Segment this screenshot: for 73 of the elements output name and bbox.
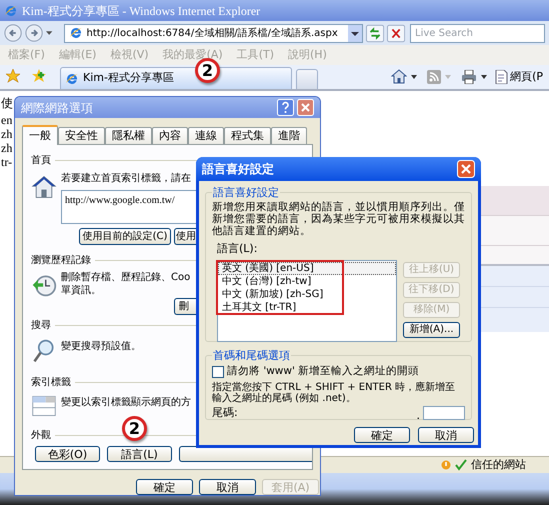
section-heading: 首頁 xyxy=(31,154,51,168)
tab-title: Kim-程式分享專區 xyxy=(83,70,174,86)
dialog-button[interactable]: 使用 xyxy=(174,228,196,246)
browser-logo-icon xyxy=(65,72,79,86)
description-text: 刪除暫存檔、歷程記錄、Coo xyxy=(61,271,190,284)
dialog-title: 語言喜好設定 xyxy=(202,161,275,178)
new-tab-button[interactable] xyxy=(296,69,318,89)
feed-icon[interactable] xyxy=(427,70,442,84)
dialog-tab[interactable]: 內容 xyxy=(152,127,188,144)
address-text: http://localhost:6784/全域相關/語系檔/全域語系.aspx xyxy=(86,26,339,40)
dialog-tab[interactable]: 進階 xyxy=(271,127,307,144)
security-icon xyxy=(441,460,451,470)
dialog-button[interactable]: 取消 xyxy=(418,427,474,443)
description-text: 指定當您按下 CTRL + SHIFT + ENTER 時，應新增至輸入之網址的尾碼 (例如 .net)。 xyxy=(212,382,456,404)
field-label: 尾碼: xyxy=(212,404,239,421)
home-icon[interactable] xyxy=(391,69,408,84)
dialog-tab[interactable]: 程式集 xyxy=(224,127,271,144)
checkbox-label: 請勿將 'www' 新增至輸入之網址的開頭 xyxy=(227,364,420,379)
address-field[interactable]: http://localhost:6784/全域相關/語系檔/全域語系.aspx xyxy=(64,24,363,42)
dialog-tab[interactable]: 安全性 xyxy=(58,127,105,144)
dialog-button[interactable]: 新增(A)... xyxy=(403,322,460,338)
page-icon xyxy=(495,70,508,84)
forward-icon[interactable] xyxy=(25,23,44,43)
section-heading: 外觀 xyxy=(31,428,51,444)
check-icon xyxy=(455,459,467,471)
dialog-title: 網際網路選項 xyxy=(21,100,94,117)
language-list[interactable]: 英文 (美國) [en-US] 中文 (台灣) [zh-tw] 中文 (新加坡) [zh-SG] 土耳其文 [tr-TR] xyxy=(217,260,397,342)
help-icon[interactable] xyxy=(277,99,294,116)
printer-icon[interactable] xyxy=(461,70,478,84)
description-text: 變更以索引標籤顯示網頁的方 xyxy=(61,396,191,410)
caret-icon[interactable] xyxy=(481,75,488,79)
star-icon[interactable] xyxy=(6,69,20,83)
description-text: 若要建立首頁索引標籤，請在 xyxy=(61,172,192,186)
description-text: 單資訊。 xyxy=(61,284,102,298)
page-text: 使 xyxy=(1,95,13,112)
page-text: tr- xyxy=(1,155,13,169)
checkbox[interactable] xyxy=(212,366,224,378)
close-icon[interactable] xyxy=(457,160,475,178)
caret-icon[interactable] xyxy=(411,75,418,79)
stop-icon[interactable] xyxy=(386,24,406,42)
suffix-field[interactable] xyxy=(423,406,465,420)
dialog-button[interactable]: 使用目前的設定(C) xyxy=(79,228,171,246)
browser-logo-icon xyxy=(68,26,83,40)
dialog-button[interactable]: 語言(L) xyxy=(107,446,172,462)
dialog-button[interactable]: 確定 xyxy=(354,427,410,443)
list-item[interactable]: 英文 (美國) [en-US] xyxy=(218,262,396,274)
dialog-tab[interactable]: 一般 xyxy=(22,125,58,146)
dialog-button[interactable]: 色彩(O) xyxy=(35,446,100,462)
dialog-button[interactable]: 取消 xyxy=(199,479,256,495)
dialog-tab[interactable]: 連線 xyxy=(188,127,224,144)
caret-icon[interactable] xyxy=(46,30,53,36)
search-field[interactable]: Live Search xyxy=(410,24,546,42)
page-text: zh xyxy=(1,141,13,155)
dialog-tab[interactable]: 隱私權 xyxy=(105,127,152,144)
section-heading: 瀏覽歷程記錄 xyxy=(31,254,91,268)
page-text: en xyxy=(1,113,13,127)
description-text: 變更搜尋預設值。 xyxy=(61,340,141,354)
dot-text: . xyxy=(416,410,420,420)
close-icon[interactable] xyxy=(297,99,314,116)
section-heading: 搜尋 xyxy=(31,318,51,334)
security-zone: 信任的網站 xyxy=(471,456,527,473)
list-label: 語言(L): xyxy=(217,241,258,257)
dialog-button[interactable]: 確定 xyxy=(136,479,193,495)
window-title: Kim-程式分享專區 - Windows Internet Explorer xyxy=(22,2,260,20)
page-menu-button[interactable]: 網頁(P xyxy=(495,68,543,85)
dialog-button[interactable]: 刪 xyxy=(174,298,196,316)
group-title: 語言喜好設定 xyxy=(212,185,280,202)
page-text: zh xyxy=(1,127,13,141)
back-icon[interactable] xyxy=(4,23,22,43)
dropdown-icon[interactable] xyxy=(348,24,362,42)
browser-logo-icon xyxy=(4,4,18,18)
section-heading: 索引標籤 xyxy=(31,376,71,390)
add-favorite-icon[interactable] xyxy=(32,69,46,83)
